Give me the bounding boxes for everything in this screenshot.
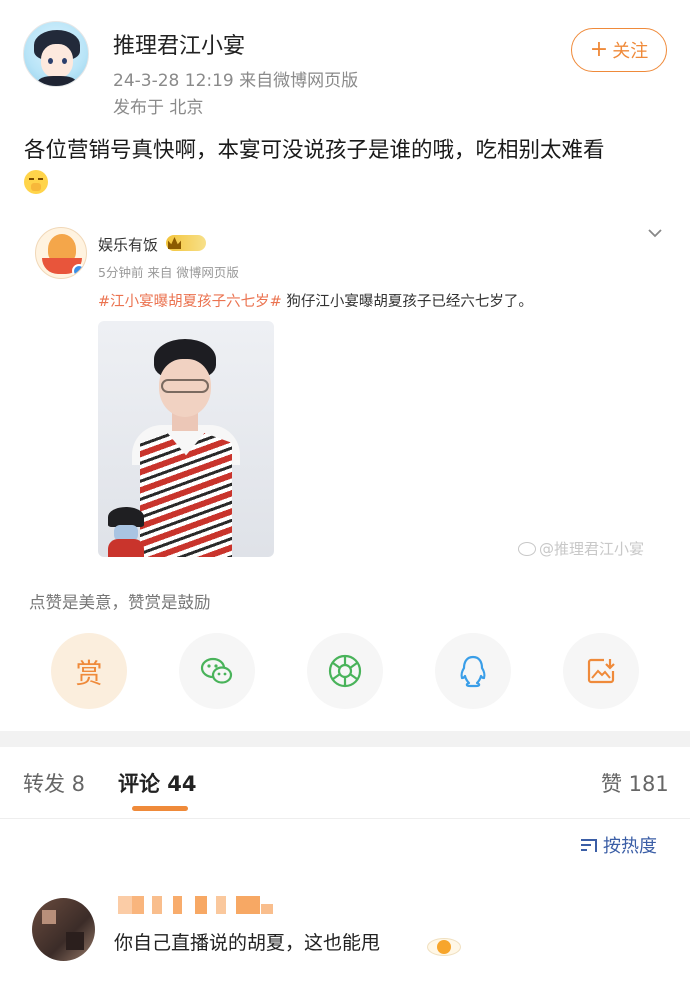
- tab-comment[interactable]: 评论 44: [118, 768, 197, 798]
- plus-icon: +: [589, 37, 609, 62]
- verified-icon: [72, 264, 86, 278]
- sort-by-hot-button[interactable]: 按热度: [581, 832, 657, 858]
- follow-button[interactable]: + 关注: [571, 28, 667, 72]
- repost-body-text: 狗仔江小宴曝胡夏孩子已经六七岁了。: [281, 294, 533, 310]
- share-row: 赏: [0, 633, 690, 709]
- repost-meta: 5分钟前 来自 微博网页版: [98, 265, 239, 280]
- fried-egg-emoji-icon: [427, 934, 461, 956]
- active-tab-indicator: [132, 806, 188, 811]
- author-avatar[interactable]: [23, 21, 89, 87]
- share-moments-button[interactable]: [307, 633, 383, 709]
- watermark: @推理君江小宴: [518, 538, 644, 559]
- tab-repost[interactable]: 转发 8: [23, 768, 85, 798]
- crown-badge-icon: [166, 235, 206, 251]
- emoji-icon: [24, 170, 48, 194]
- repost-author-name[interactable]: 娱乐有饭: [98, 234, 158, 255]
- share-qq-button[interactable]: [435, 633, 511, 709]
- save-image-button[interactable]: [563, 633, 639, 709]
- repost-card[interactable]: 娱乐有饭 5分钟前 来自 微博网页版 #江小宴曝胡夏孩子六七岁# 狗仔江小宴曝胡…: [24, 218, 669, 568]
- tab-like[interactable]: 赞 181: [601, 768, 669, 798]
- comment-text: 你自己直播说的胡夏，这也能甩: [114, 932, 381, 954]
- post-header: 推理君江小宴 24-3-28 12:19 来自微博网页版 发布于 北京 + 关注: [0, 0, 690, 120]
- commenter-avatar[interactable]: [32, 898, 95, 961]
- qq-icon: [460, 655, 486, 688]
- hashtag-link[interactable]: #江小宴曝胡夏孩子六七岁#: [98, 294, 282, 310]
- section-divider: [0, 731, 690, 747]
- commenter-name-mosaic[interactable]: [118, 896, 278, 914]
- comment-item: 你自己直播说的胡夏，这也能甩: [0, 880, 690, 981]
- author-name[interactable]: 推理君江小宴: [113, 28, 245, 60]
- post-meta: 24-3-28 12:19 来自微博网页版: [113, 71, 359, 91]
- save-image-icon: [587, 658, 615, 684]
- sort-icon: [581, 837, 599, 853]
- reward-icon: 赏: [75, 658, 103, 690]
- tab-bar: 转发 8 评论 44 赞 181: [0, 747, 690, 819]
- sort-label: 按热度: [603, 836, 657, 857]
- share-wechat-button[interactable]: [179, 633, 255, 709]
- repost-author-avatar[interactable]: [35, 227, 87, 279]
- post-text: 各位营销号真快啊，本宴可没说孩子是谁的哦，吃相别太难看: [24, 138, 605, 163]
- moments-icon: [328, 654, 362, 688]
- watermark-text: @推理君江小宴: [539, 540, 645, 558]
- chevron-down-icon[interactable]: [646, 224, 664, 242]
- repost-text: #江小宴曝胡夏孩子六七岁# 狗仔江小宴曝胡夏孩子已经六七岁了。: [98, 290, 533, 311]
- wechat-icon: [200, 657, 233, 684]
- reward-text: 点赞是美意，赞赏是鼓励: [29, 593, 211, 612]
- follow-label: 关注: [612, 41, 649, 62]
- reward-button[interactable]: 赏: [51, 633, 127, 709]
- weibo-logo-icon: [518, 541, 536, 556]
- post-location: 发布于 北京: [113, 98, 204, 118]
- repost-photo[interactable]: [98, 321, 274, 557]
